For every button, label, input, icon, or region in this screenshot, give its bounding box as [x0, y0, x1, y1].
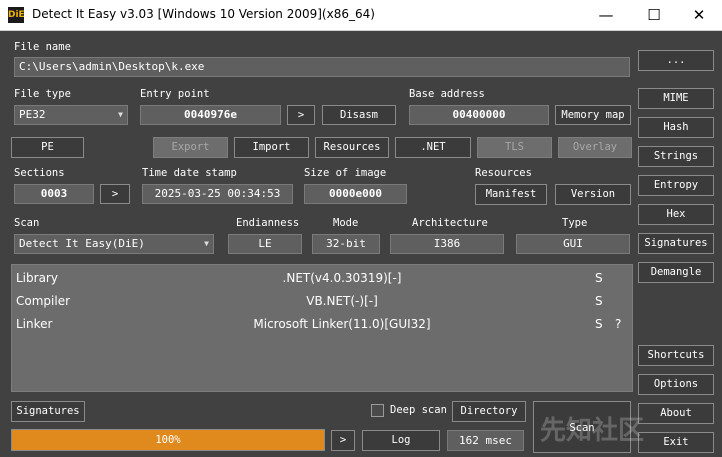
shortcuts-button[interactable]: Shortcuts	[638, 345, 714, 366]
type-field: GUI	[516, 234, 630, 254]
size-of-image-field[interactable]: 0000e000	[304, 184, 407, 204]
chevron-down-icon: ▼	[204, 239, 209, 248]
watermark: 先知社区	[540, 416, 645, 446]
signatures-side-button[interactable]: Signatures	[638, 233, 714, 254]
result-kind: Linker	[16, 317, 53, 331]
mime-button[interactable]: MIME	[638, 88, 714, 109]
scan-engine-value: Detect It Easy(DiE)	[19, 237, 145, 250]
result-flag[interactable]: S	[595, 268, 603, 288]
entry-point-field[interactable]: 0040976e	[140, 105, 281, 125]
directory-button[interactable]: Directory	[452, 401, 526, 422]
scan-label: Scan	[14, 217, 40, 229]
disasm-button[interactable]: Disasm	[322, 105, 396, 125]
import-button[interactable]: Import	[234, 137, 309, 158]
file-path-field[interactable]: C:\Users\admin\Desktop\k.exe	[14, 57, 630, 77]
sections-label: Sections	[14, 167, 65, 179]
file-type-value: PE32	[19, 108, 46, 121]
entry-point-label: Entry point	[140, 88, 210, 100]
resources-button[interactable]: Resources	[315, 137, 389, 158]
result-row-linker[interactable]: Linker Microsoft Linker(11.0)[GUI32] S ?	[12, 314, 632, 334]
result-name: VB.NET(-)[-]	[306, 294, 378, 308]
overlay-button[interactable]: Overlay	[558, 137, 632, 158]
hash-button[interactable]: Hash	[638, 117, 714, 138]
demangle-button[interactable]: Demangle	[638, 262, 714, 283]
result-kind: Compiler	[16, 294, 71, 308]
scan-progress-bar: 100%	[11, 429, 325, 451]
window-title: Detect It Easy v3.03 [Windows 10 Version…	[32, 7, 375, 21]
manifest-button[interactable]: Manifest	[475, 184, 547, 205]
options-button[interactable]: Options	[638, 374, 714, 395]
base-address-label: Base address	[409, 88, 485, 100]
memory-map-button[interactable]: Memory map	[555, 105, 631, 125]
result-name: Microsoft Linker(11.0)[GUI32]	[253, 317, 431, 331]
browse-button[interactable]: ...	[638, 50, 714, 71]
maximize-button[interactable]: ☐	[631, 0, 677, 30]
type-label: Type	[562, 217, 588, 229]
result-row-library[interactable]: Library .NET(v4.0.30319)[-] S	[12, 268, 632, 288]
base-address-field[interactable]: 00400000	[409, 105, 549, 125]
endianness-label: Endianness	[236, 217, 300, 229]
file-type-select[interactable]: PE32 ▼	[14, 105, 128, 125]
timestamp-label: Time date stamp	[142, 167, 237, 179]
close-button[interactable]: ✕	[676, 0, 722, 30]
hex-button[interactable]: Hex	[638, 204, 714, 225]
mode-field: 32-bit	[312, 234, 380, 254]
exit-button[interactable]: Exit	[638, 432, 714, 453]
file-type-label: File type	[14, 88, 71, 100]
architecture-label: Architecture	[412, 217, 488, 229]
export-button[interactable]: Export	[153, 137, 228, 158]
deep-scan-checkbox[interactable]	[371, 404, 384, 417]
version-button[interactable]: Version	[555, 184, 631, 205]
mode-label: Mode	[333, 217, 359, 229]
resources-label: Resources	[475, 167, 532, 179]
log-button[interactable]: Log	[362, 430, 440, 451]
entry-point-go-button[interactable]: >	[287, 105, 315, 125]
sections-go-button[interactable]: >	[100, 184, 130, 204]
title-bar: DiE Detect It Easy v3.03 [Windows 10 Ver…	[0, 0, 722, 31]
app-icon: DiE	[8, 7, 25, 23]
main-window: DiE Detect It Easy v3.03 [Windows 10 Ver…	[0, 0, 722, 457]
result-flag[interactable]: S	[595, 314, 603, 334]
architecture-field: I386	[390, 234, 504, 254]
endianness-field: LE	[228, 234, 302, 254]
progress-go-button[interactable]: >	[331, 430, 355, 451]
strings-button[interactable]: Strings	[638, 146, 714, 167]
timestamp-field[interactable]: 2025-03-25 00:34:53	[142, 184, 293, 204]
result-row-compiler[interactable]: Compiler VB.NET(-)[-] S	[12, 291, 632, 311]
chevron-down-icon: ▼	[118, 110, 123, 119]
file-name-label: File name	[14, 41, 71, 53]
deep-scan-label: Deep scan	[390, 404, 447, 416]
size-of-image-label: Size of image	[304, 167, 387, 179]
result-extra[interactable]: ?	[615, 314, 621, 334]
entropy-button[interactable]: Entropy	[638, 175, 714, 196]
tls-button[interactable]: TLS	[477, 137, 552, 158]
results-panel[interactable]: Library .NET(v4.0.30319)[-] S Compiler V…	[11, 264, 633, 392]
signatures-button[interactable]: Signatures	[11, 401, 85, 422]
pe-button[interactable]: PE	[11, 137, 84, 158]
net-button[interactable]: .NET	[395, 137, 471, 158]
progress-text: 100%	[155, 434, 181, 446]
about-button[interactable]: About	[638, 403, 714, 424]
result-name: .NET(v4.0.30319)[-]	[282, 271, 402, 285]
result-kind: Library	[16, 271, 58, 285]
sections-field[interactable]: 0003	[14, 184, 94, 204]
minimize-button[interactable]: —	[583, 0, 629, 30]
result-flag[interactable]: S	[595, 291, 603, 311]
scan-time-field: 162 msec	[447, 430, 524, 451]
scan-engine-select[interactable]: Detect It Easy(DiE) ▼	[14, 234, 214, 254]
